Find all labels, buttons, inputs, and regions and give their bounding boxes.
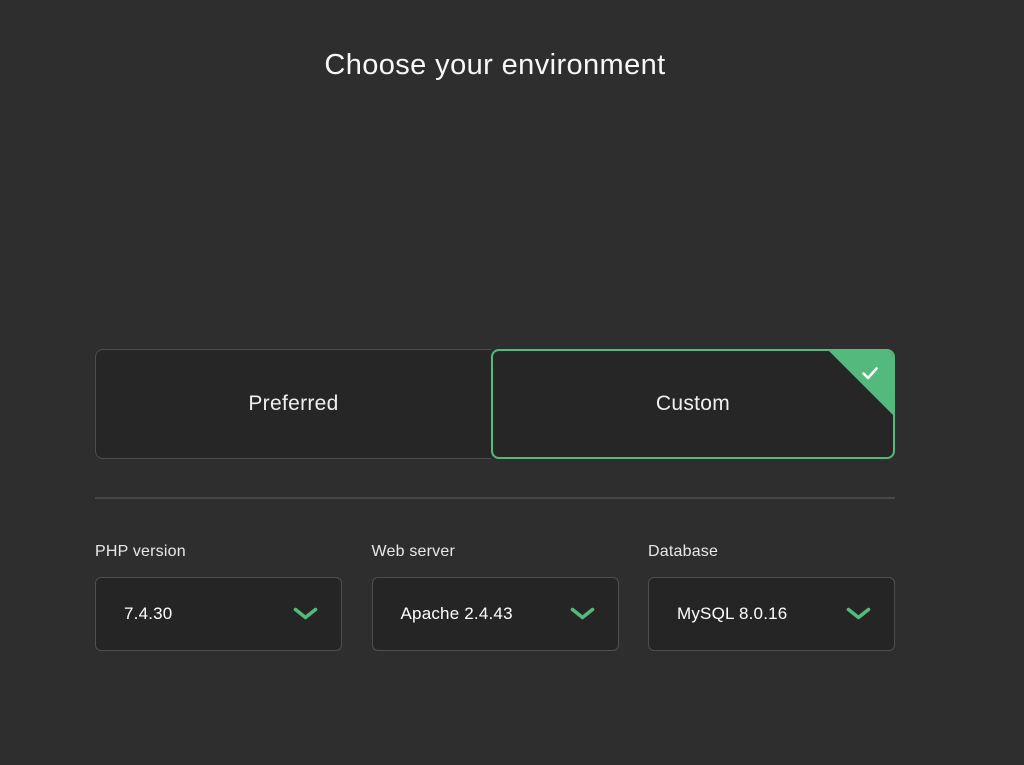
database-value: MySQL 8.0.16 bbox=[677, 604, 787, 624]
check-icon bbox=[859, 362, 881, 390]
tab-preferred-label: Preferred bbox=[248, 392, 338, 416]
chevron-down-icon bbox=[293, 607, 318, 621]
chevron-down-icon bbox=[570, 607, 595, 621]
tab-custom[interactable]: Custom bbox=[491, 349, 895, 459]
divider bbox=[95, 497, 895, 499]
chevron-down-icon bbox=[846, 607, 871, 621]
environment-fields: PHP version 7.4.30 Web server Apache 2.4… bbox=[95, 543, 895, 651]
php-version-value: 7.4.30 bbox=[124, 604, 172, 624]
php-version-select[interactable]: 7.4.30 bbox=[95, 577, 342, 651]
environment-setup-screen: Choose your environment Preferred Custom… bbox=[0, 0, 1024, 765]
php-version-label: PHP version bbox=[95, 543, 342, 561]
database-field: Database MySQL 8.0.16 bbox=[648, 543, 895, 651]
web-server-value: Apache 2.4.43 bbox=[401, 604, 513, 624]
web-server-field: Web server Apache 2.4.43 bbox=[372, 543, 619, 651]
web-server-select[interactable]: Apache 2.4.43 bbox=[372, 577, 619, 651]
tab-preferred[interactable]: Preferred bbox=[95, 349, 491, 459]
database-label: Database bbox=[648, 543, 895, 561]
web-server-label: Web server bbox=[372, 543, 619, 561]
tab-custom-label: Custom bbox=[656, 392, 730, 416]
environment-tabs: Preferred Custom bbox=[95, 349, 895, 459]
php-version-field: PHP version 7.4.30 bbox=[95, 543, 342, 651]
page-title: Choose your environment bbox=[95, 50, 895, 82]
database-select[interactable]: MySQL 8.0.16 bbox=[648, 577, 895, 651]
